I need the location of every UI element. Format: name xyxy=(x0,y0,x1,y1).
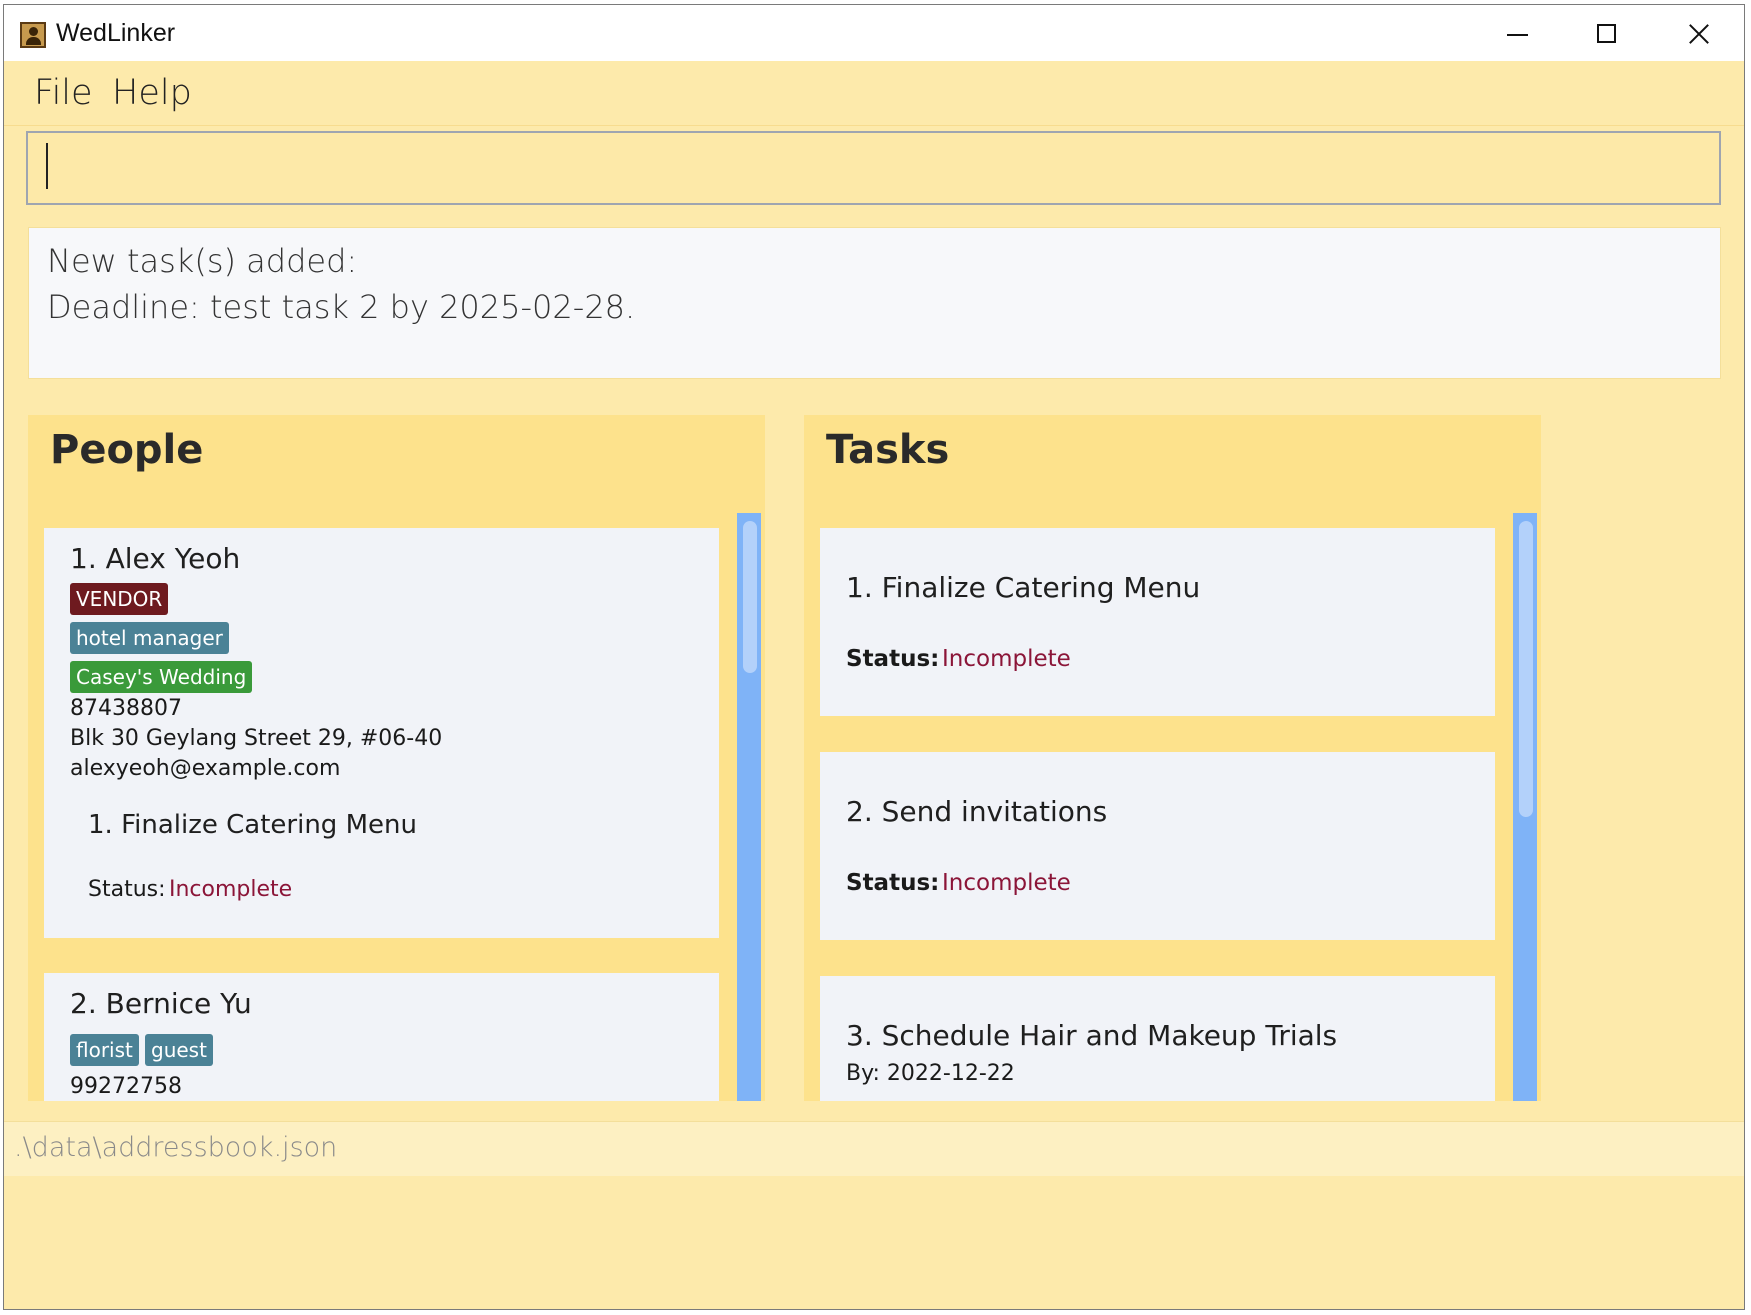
status-bar: .\data\addressbook.json xyxy=(4,1121,1744,1176)
command-box[interactable] xyxy=(26,131,1721,205)
address-book-icon xyxy=(20,22,46,48)
tag-badge: florist xyxy=(70,1034,139,1066)
person-card[interactable]: 2. Bernice Yu florist guest 99272758 xyxy=(44,973,719,1101)
result-line: New task(s) added: xyxy=(47,242,358,280)
person-phone: 99272758 xyxy=(70,1074,182,1099)
people-list[interactable]: 1. Alex Yeoh VENDOR hotel manager Casey'… xyxy=(28,513,761,1101)
tasks-scrollbar[interactable] xyxy=(1513,513,1537,1101)
window-title: WedLinker xyxy=(56,19,176,47)
tag-badge: guest xyxy=(145,1034,213,1066)
menu-help[interactable]: Help xyxy=(112,73,192,113)
minimize-icon xyxy=(1507,34,1528,36)
task-title: 1. Finalize Catering Menu xyxy=(846,571,1201,604)
maximize-button[interactable] xyxy=(1561,5,1651,61)
app-window: WedLinker File Help New task(s) added: D… xyxy=(3,4,1745,1310)
person-name: 1. Alex Yeoh xyxy=(70,542,241,575)
task-status-label: Status: xyxy=(846,646,940,672)
tasks-panel-title: Tasks xyxy=(826,427,950,473)
task-status-value: Incomplete xyxy=(942,646,1071,672)
task-card[interactable]: 1. Finalize Catering Menu Status: Incomp… xyxy=(820,528,1495,716)
text-caret xyxy=(46,143,48,189)
task-status-value: Incomplete xyxy=(942,870,1071,896)
person-phone: 87438807 xyxy=(70,696,182,721)
result-display: New task(s) added: Deadline: test task 2… xyxy=(28,227,1721,379)
scroll-thumb[interactable] xyxy=(743,521,757,673)
people-panel-title: People xyxy=(50,427,204,473)
menu-bar: File Help xyxy=(4,61,1744,126)
scroll-thumb[interactable] xyxy=(1519,521,1533,817)
result-line: Deadline: test task 2 by 2025-02-28. xyxy=(47,288,636,326)
task-list[interactable]: 1. Finalize Catering Menu Status: Incomp… xyxy=(804,513,1537,1101)
tag-badge: hotel manager xyxy=(70,622,229,654)
tasks-panel: Tasks 1. Finalize Catering Menu Status: … xyxy=(804,415,1541,1101)
person-task-status-value: Incomplete xyxy=(169,877,293,902)
task-status-label: Status: xyxy=(846,870,940,896)
people-scrollbar[interactable] xyxy=(737,513,761,1101)
tag-badge: Casey's Wedding xyxy=(70,661,253,693)
close-button[interactable] xyxy=(1652,5,1742,61)
person-email: alexyeoh@example.com xyxy=(70,756,341,781)
person-task-title: 1. Finalize Catering Menu xyxy=(88,810,417,840)
title-bar[interactable]: WedLinker xyxy=(4,5,1744,61)
task-deadline: By: 2022-12-22 xyxy=(846,1061,1015,1086)
data-file-path: .\data\addressbook.json xyxy=(14,1132,338,1163)
task-title: 3. Schedule Hair and Makeup Trials xyxy=(846,1019,1338,1052)
people-panel: People 1. Alex Yeoh VENDOR hotel manager… xyxy=(28,415,765,1101)
task-card[interactable]: 2. Send invitations Status: Incomplete xyxy=(820,752,1495,940)
task-title: 2. Send invitations xyxy=(846,795,1108,828)
task-card[interactable]: 3. Schedule Hair and Makeup Trials By: 2… xyxy=(820,976,1495,1101)
tag-badge: VENDOR xyxy=(70,583,169,615)
person-task-status-label: Status: xyxy=(88,877,166,902)
command-input[interactable] xyxy=(52,139,1696,199)
person-name: 2. Bernice Yu xyxy=(70,987,252,1020)
minimize-button[interactable] xyxy=(1471,5,1561,61)
person-card[interactable]: 1. Alex Yeoh VENDOR hotel manager Casey'… xyxy=(44,528,719,938)
person-address: Blk 30 Geylang Street 29, #06-40 xyxy=(70,726,443,751)
menu-file[interactable]: File xyxy=(34,73,93,113)
maximize-icon xyxy=(1597,24,1616,43)
